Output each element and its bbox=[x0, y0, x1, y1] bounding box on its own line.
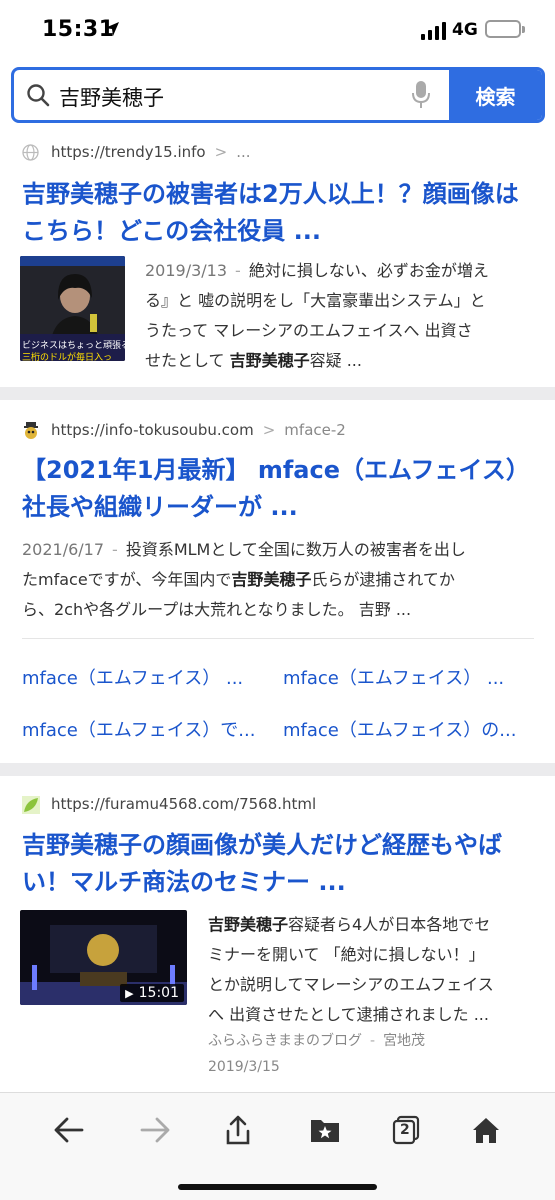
search-result: https://trendy15.info > ... 吉野美穂子の被害者は2万… bbox=[0, 134, 555, 387]
result-title-line: い！マルチ商法のセミナー ... bbox=[22, 868, 346, 896]
network-type: 4G bbox=[452, 20, 478, 40]
result-date: 2019/3/15 bbox=[208, 1059, 280, 1075]
result-title-line: 吉野美穂子の顔画像が美人だけど経歴もやば bbox=[22, 831, 502, 859]
search-input[interactable]: 吉野美穂子 bbox=[59, 82, 164, 112]
thumbnail-caption: 三桁のドルが毎日入っ bbox=[22, 353, 113, 361]
sitelink[interactable]: mface（エムフェイス）で... bbox=[22, 716, 255, 742]
sitelink[interactable]: mface（エムフェイス）の... bbox=[283, 716, 516, 742]
share-icon[interactable] bbox=[218, 1113, 258, 1147]
result-domain: https://furamu4568.com/7568.html bbox=[51, 795, 317, 813]
cellular-signal-icon bbox=[421, 22, 447, 40]
search-button[interactable]: 検索 bbox=[449, 70, 542, 120]
location-arrow-icon bbox=[104, 21, 120, 41]
result-snippet: 2019/3/13- 絶対に損しない、必ずお金が増え る』と 嘘の説明をし「大富豪… bbox=[145, 261, 489, 370]
globe-icon bbox=[22, 143, 39, 161]
result-path: mface-2 bbox=[284, 421, 346, 439]
search-result: https://info-tokusoubu.com > mface-2 【20… bbox=[0, 400, 555, 763]
result-title[interactable]: 吉野美穂子の被害者は2万人以上！？顔画像は こちら！どこの会社役員 ... bbox=[22, 176, 537, 250]
search-bar: 吉野美穂子 検索 bbox=[0, 62, 555, 134]
microphone-icon[interactable] bbox=[411, 80, 431, 114]
result-url[interactable]: https://info-tokusoubu.com > mface-2 bbox=[22, 421, 346, 439]
result-thumbnail[interactable]: ビジネスはちょっと頑張る 三桁のドルが毎日入っ bbox=[20, 256, 125, 361]
tabs-icon[interactable]: 2 bbox=[386, 1113, 426, 1147]
video-thumbnail[interactable]: ▶ 15:01 bbox=[20, 910, 187, 1005]
play-icon: ▶ bbox=[125, 986, 134, 1000]
search-icon bbox=[26, 83, 50, 111]
result-source: ふらふらきままのブログ - 宮地茂 2019/3/15 bbox=[208, 1028, 425, 1080]
breadcrumb-chevron-icon: > bbox=[214, 143, 228, 161]
result-title-line: 社長や組織リーダーが ... bbox=[22, 493, 298, 521]
back-arrow-icon[interactable] bbox=[49, 1113, 89, 1147]
result-snippet: 2021/6/17- 投資系MLMとして全国に数万人の被害者を出し たmfaceで… bbox=[22, 540, 466, 619]
result-title[interactable]: 【2021年1月最新】 mface（エムフェイス） 社長や組織リーダーが ... bbox=[22, 452, 537, 526]
result-title-line: こちら！どこの会社役員 ... bbox=[22, 217, 321, 245]
tabs-count: 2 bbox=[400, 1122, 410, 1138]
source-name: ふらふらきままのブログ bbox=[208, 1033, 362, 1049]
home-indicator bbox=[178, 1184, 377, 1190]
source-author: 宮地茂 bbox=[383, 1033, 426, 1049]
breadcrumb-chevron-icon: > bbox=[262, 421, 276, 439]
result-domain: https://trendy15.info bbox=[51, 143, 206, 161]
bookmark-folder-icon[interactable] bbox=[305, 1113, 345, 1147]
result-url[interactable]: https://trendy15.info > ... bbox=[22, 143, 251, 161]
status-bar: 15:31 4G bbox=[0, 0, 555, 62]
forward-arrow-icon[interactable] bbox=[135, 1113, 175, 1147]
video-duration-badge: ▶ 15:01 bbox=[120, 984, 184, 1002]
result-snippet: 吉野美穂子容疑者ら4人が日本各地でセ ミナーを開いて 「絶対に損しない！」 とか… bbox=[208, 915, 494, 1024]
sitelink[interactable]: mface（エムフェイス） ... bbox=[283, 664, 504, 690]
result-date: 2019/3/13 bbox=[145, 261, 228, 280]
result-domain: https://info-tokusoubu.com bbox=[51, 421, 254, 439]
result-title-line: 吉野美穂子の被害者は2万人以上！？顔画像は bbox=[22, 180, 519, 208]
site-mascot-icon bbox=[22, 421, 39, 439]
result-url[interactable]: https://furamu4568.com/7568.html bbox=[22, 795, 317, 814]
result-date: 2021/6/17 bbox=[22, 540, 105, 559]
leaf-favicon-icon bbox=[22, 795, 40, 814]
result-title-line: 【2021年1月最新】 mface（エムフェイス） bbox=[22, 456, 530, 484]
result-path: ... bbox=[236, 143, 251, 161]
result-title[interactable]: 吉野美穂子の顔画像が美人だけど経歴もやば い！マルチ商法のセミナー ... bbox=[22, 827, 537, 901]
home-icon[interactable] bbox=[466, 1113, 506, 1147]
search-box: 吉野美穂子 検索 bbox=[11, 67, 545, 123]
divider bbox=[22, 638, 534, 639]
battery-icon bbox=[485, 20, 525, 38]
search-result: https://furamu4568.com/7568.html 吉野美穂子の顔… bbox=[0, 776, 555, 1092]
sitelink[interactable]: mface（エムフェイス） ... bbox=[22, 664, 243, 690]
